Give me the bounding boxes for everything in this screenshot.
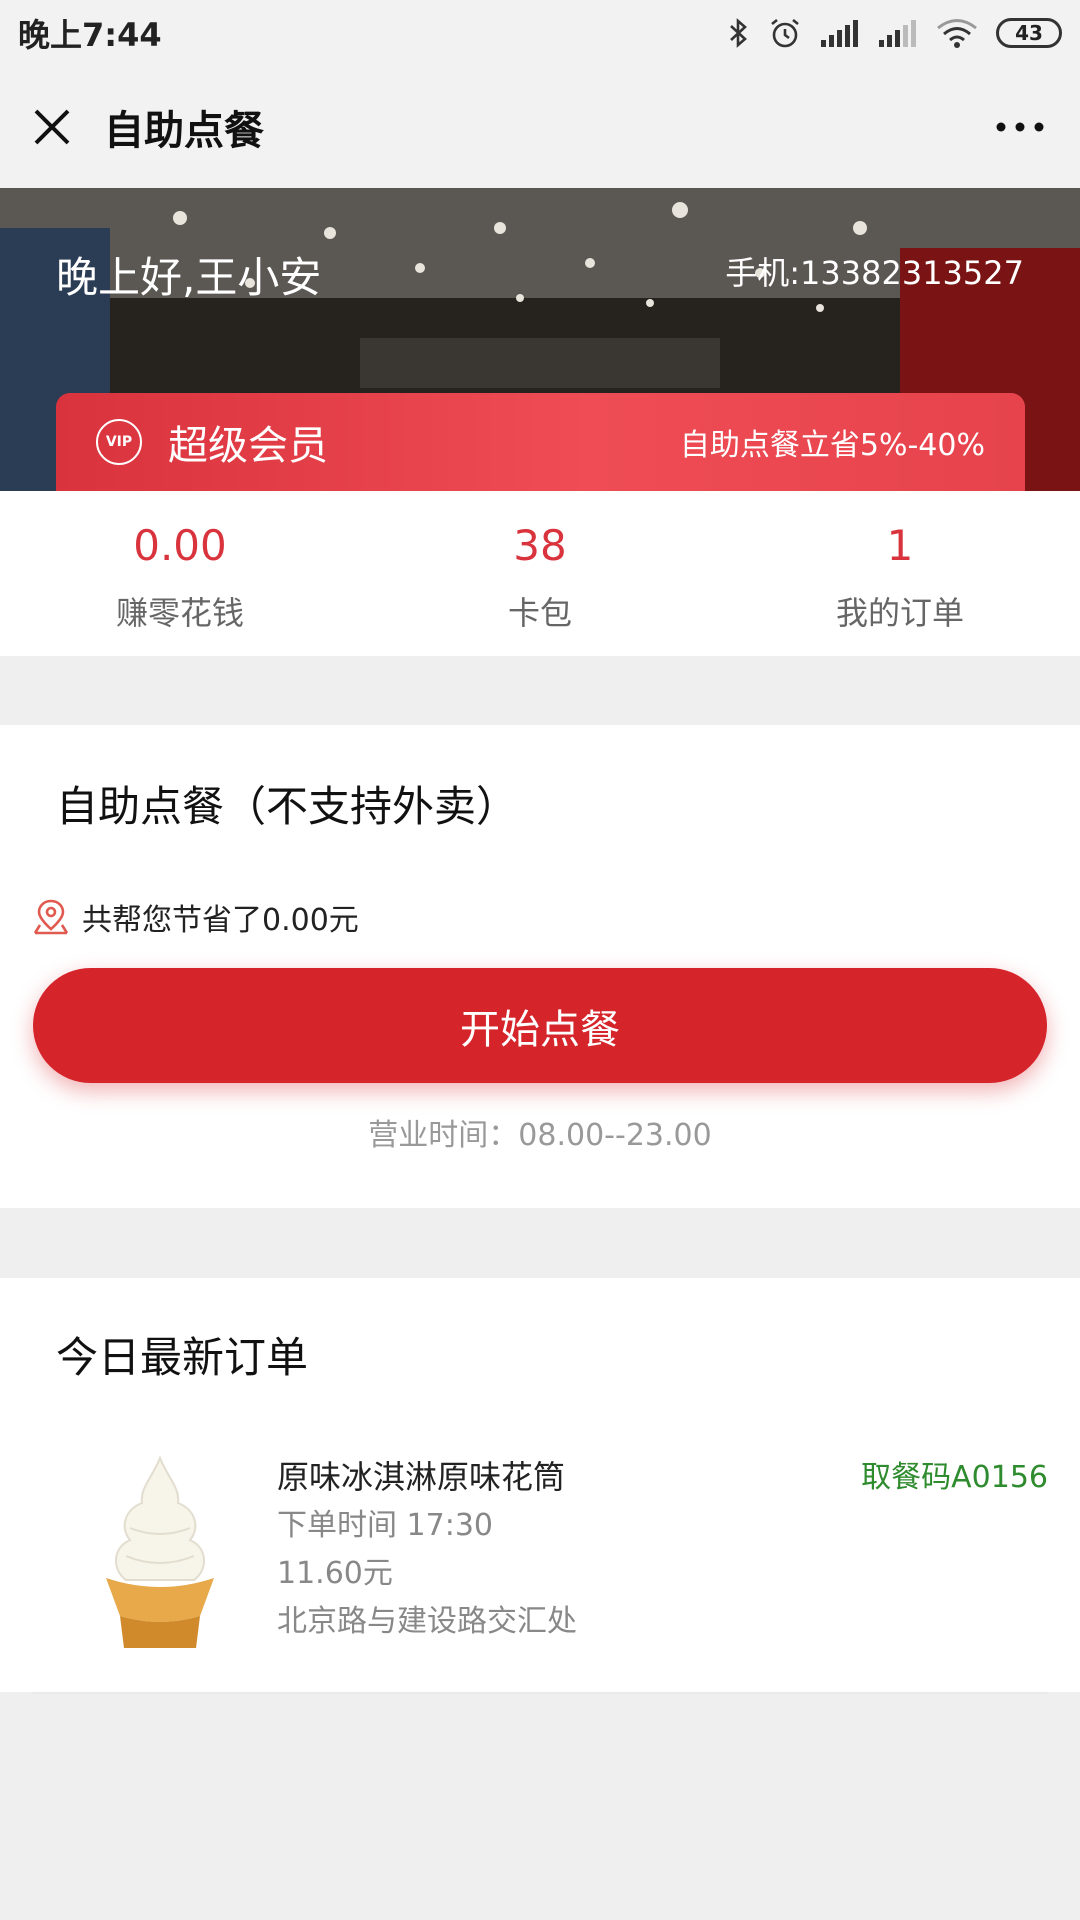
title-bar: 自助点餐 <box>0 66 1080 188</box>
wifi-icon <box>937 19 977 48</box>
order-time: 下单时间 17:30 <box>277 1508 493 1543</box>
stat-my-orders[interactable]: 1 我的订单 <box>720 491 1080 656</box>
stat-earn-money[interactable]: 0.00 赚零花钱 <box>0 491 360 656</box>
signal-icon <box>821 20 858 47</box>
vip-title: 超级会员 <box>168 423 328 469</box>
vip-promo-text: 自助点餐立省5%-40% <box>679 428 985 463</box>
greeting-text: 晚上好,王小安 <box>56 253 322 302</box>
divider <box>33 1692 1047 1694</box>
savings-text: 共帮您节省了0.00元 <box>82 903 359 938</box>
status-bar: 晚上7:44 43 <box>0 0 1080 66</box>
business-hours: 营业时间：08.00--23.00 <box>368 1118 712 1153</box>
savings-row: 共帮您节省了0.00元 <box>32 895 359 939</box>
user-stats: 0.00 赚零花钱 38 卡包 1 我的订单 <box>0 491 1080 656</box>
today-orders-title: 今日最新订单 <box>56 1333 309 1382</box>
page-title: 自助点餐 <box>104 108 264 154</box>
stat-label: 我的订单 <box>835 594 964 632</box>
status-time: 晚上7:44 <box>18 16 162 54</box>
battery-indicator: 43 <box>996 18 1062 48</box>
stat-value: 1 <box>886 521 914 570</box>
vip-badge-icon: VIP <box>96 419 142 465</box>
close-button[interactable] <box>0 66 104 188</box>
stat-label: 卡包 <box>507 594 572 632</box>
location-pin-icon <box>33 899 69 935</box>
stat-label: 赚零花钱 <box>115 594 244 632</box>
bluetooth-icon <box>730 18 747 48</box>
stat-card-wallet[interactable]: 38 卡包 <box>360 491 720 656</box>
today-orders-card: 今日最新订单 原味冰淇淋原味花筒 下单时间 17:30 11.60元 北京路与建… <box>0 1278 1080 1692</box>
more-icon <box>996 122 1044 132</box>
self-order-card: 自助点餐（不支持外卖） 共帮您节省了0.00元 开始点餐 营业时间：08.00-… <box>0 725 1080 1208</box>
signal-icon-2 <box>879 20 916 47</box>
status-icons: 43 <box>728 16 1062 50</box>
order-price: 11.60元 <box>277 1556 393 1591</box>
item-name: 原味冰淇淋原味花筒 <box>277 1458 566 1496</box>
alarm-icon <box>771 18 799 48</box>
store-address: 北京路与建设路交汇处 <box>277 1604 577 1639</box>
start-ordering-button[interactable]: 开始点餐 <box>33 968 1047 1083</box>
phone-number: 手机:13382313527 <box>725 254 1024 292</box>
more-button[interactable] <box>960 66 1080 188</box>
stat-value: 38 <box>513 521 567 570</box>
restaurant-banner: 晚上好,王小安 手机:13382313527 VIP 超级会员 自助点餐立省5%… <box>0 188 1080 491</box>
vip-membership-card[interactable]: VIP 超级会员 自助点餐立省5%-40% <box>56 393 1025 491</box>
pickup-code: 取餐码A0156 <box>861 1460 1048 1495</box>
stat-value: 0.00 <box>133 521 227 570</box>
self-order-title: 自助点餐（不支持外卖） <box>56 782 519 831</box>
close-icon <box>34 109 70 145</box>
ice-cream-cone-image <box>106 1455 214 1648</box>
list-item[interactable]: 原味冰淇淋原味花筒 下单时间 17:30 11.60元 北京路与建设路交汇处 取… <box>0 1448 1080 1663</box>
